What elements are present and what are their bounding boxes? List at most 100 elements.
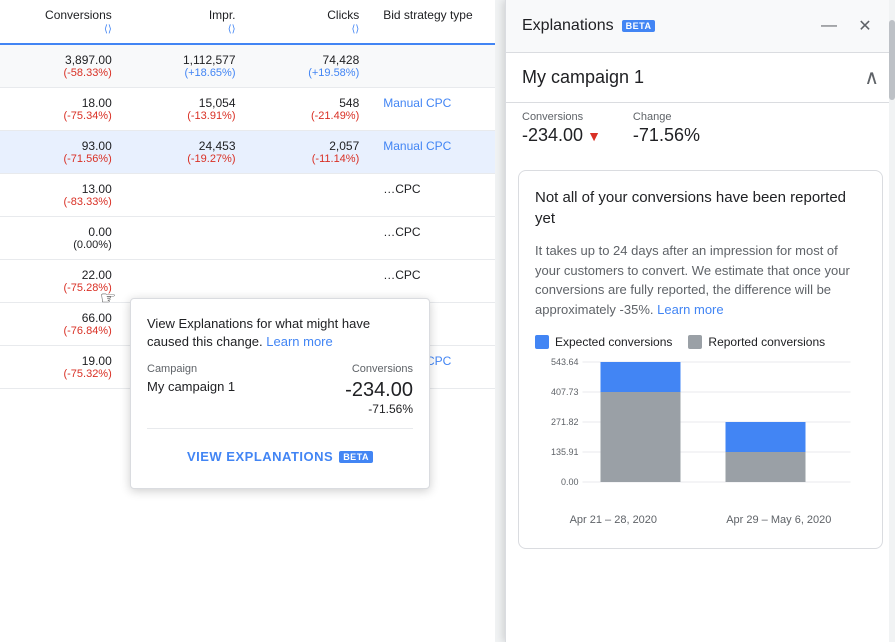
total-bid (371, 45, 495, 87)
tooltip-beta-badge: BETA (339, 451, 373, 463)
tooltip-campaign-section: Campaign My campaign 1 (147, 363, 235, 416)
table-header: Conversions ⟨⟩ Impr. ⟨⟩ Clicks ⟨⟩ Bid st… (0, 0, 495, 45)
tooltip-conv-section: Conversions -234.00 -71.56% (345, 363, 413, 416)
col-label-clicks: Clicks (327, 8, 359, 22)
row1-impr: 24,453 (-19.27%) (124, 131, 248, 173)
chart-x-label-2: Apr 29 – May 6, 2020 (726, 514, 831, 526)
tooltip-conv-value: -234.00 (345, 379, 413, 402)
svg-text:0.00: 0.00 (561, 477, 579, 487)
legend-expected-icon (535, 335, 549, 349)
chart-x-label-1: Apr 21 – 28, 2020 (570, 514, 657, 526)
col-header-conversions[interactable]: Conversions ⟨⟩ (0, 0, 124, 43)
table-row: 13.00 (-83.33%) …CPC (0, 174, 495, 217)
tooltip-description: View Explanations for what might have ca… (147, 315, 413, 351)
col-label-conversions: Conversions (45, 8, 112, 22)
total-impr: 1,112,577 (+18.65%) (124, 45, 248, 87)
tooltip-campaign-row: Campaign My campaign 1 Conversions -234.… (147, 363, 413, 416)
col-sort-clicks[interactable]: ⟨⟩ (351, 24, 359, 35)
row2-conversions: 13.00 (-83.33%) (0, 174, 124, 216)
scrollbar[interactable] (889, 0, 895, 642)
collapse-icon[interactable]: ∧ (864, 65, 879, 90)
close-button[interactable]: ✕ (851, 12, 879, 40)
sort-arrows-conversions: ⟨⟩ (104, 24, 112, 35)
col-label-bid: Bid strategy type (383, 8, 472, 22)
row3-conversions: 0.00 (0.00%) (0, 217, 124, 259)
row3-impr (124, 217, 248, 259)
view-explanations-label: VIEW EXPLANATIONS (187, 449, 333, 464)
view-explanations-button[interactable]: VIEW EXPLANATIONS BETA (147, 441, 413, 472)
panel-campaign-name: My campaign 1 (522, 67, 644, 88)
metric-change: Change -71.56% (633, 111, 700, 146)
row2-bid: …CPC (371, 174, 495, 216)
bar2-expected (726, 422, 806, 452)
explanations-panel: Explanations BETA — ✕ My campaign 1 ∧ Co… (505, 0, 895, 642)
row4-clicks (248, 260, 372, 302)
row0-bid: Manual CPC (371, 88, 495, 130)
row1-clicks: 2,057 (-11.14%) (248, 131, 372, 173)
scrollbar-thumb[interactable] (889, 20, 895, 100)
tooltip-learn-more-link[interactable]: Learn more (266, 334, 332, 349)
chart-legend: Expected conversions Reported conversion… (535, 335, 866, 349)
table-row: 22.00 (-75.28%) …CPC (0, 260, 495, 303)
tooltip-popup: View Explanations for what might have ca… (130, 298, 430, 489)
row1-conversions: 93.00 (-71.56%) (0, 131, 124, 173)
col-sort-impr[interactable]: ⟨⟩ (228, 24, 236, 35)
card-body: It takes up to 24 days after an impressi… (535, 241, 866, 319)
panel-title-text: Explanations (522, 17, 614, 35)
card-learn-more-link[interactable]: Learn more (657, 302, 723, 317)
panel-title: Explanations BETA (522, 17, 655, 35)
sort-arrows-impr: ⟨⟩ (228, 24, 236, 35)
col-sort-conversions[interactable]: ⟨⟩ (104, 24, 112, 35)
legend-reported-label: Reported conversions (708, 335, 825, 349)
panel-beta-badge: BETA (622, 20, 656, 32)
bar1-expected (601, 362, 681, 392)
sort-arrows-clicks: ⟨⟩ (351, 24, 359, 35)
legend-expected-label: Expected conversions (555, 335, 672, 349)
svg-text:543.64: 543.64 (551, 357, 579, 367)
metric-conversions: Conversions -234.00 ▼ (522, 111, 601, 146)
tooltip-conv-header: Conversions (345, 363, 413, 375)
col-header-impr[interactable]: Impr. ⟨⟩ (124, 0, 248, 43)
total-conversions: 3,897.00 (-58.33%) (0, 45, 124, 87)
chart-area: 543.64 407.73 271.82 135.91 0.00 (535, 357, 866, 532)
svg-text:271.82: 271.82 (551, 417, 579, 427)
metric-conversions-label: Conversions (522, 111, 601, 123)
table-total-row: 3,897.00 (-58.33%) 1,112,577 (+18.65%) 7… (0, 45, 495, 88)
metric-change-value: -71.56% (633, 125, 700, 146)
bar2-reported (726, 452, 806, 482)
row2-clicks (248, 174, 372, 216)
table-row: 93.00 (-71.56%) 24,453 (-19.27%) 2,057 (… (0, 131, 495, 174)
tooltip-campaign-name: My campaign 1 (147, 379, 235, 394)
minimize-button[interactable]: — (815, 12, 843, 40)
col-header-bid: Bid strategy type (371, 0, 495, 43)
panel-header: Explanations BETA — ✕ (506, 0, 895, 53)
table-row: 18.00 (-75.34%) 15,054 (-13.91%) 548 (-2… (0, 88, 495, 131)
svg-text:407.73: 407.73 (551, 387, 579, 397)
metric-change-label: Change (633, 111, 700, 123)
panel-content: Not all of your conversions have been re… (506, 158, 895, 642)
panel-campaign-section: My campaign 1 ∧ (506, 53, 895, 103)
row2-impr (124, 174, 248, 216)
row6-conversions: 19.00 (-75.32%) (0, 346, 124, 388)
chart-x-labels: Apr 21 – 28, 2020 Apr 29 – May 6, 2020 (535, 514, 866, 526)
panel-actions: — ✕ (815, 12, 879, 40)
svg-text:135.91: 135.91 (551, 447, 579, 457)
legend-reported-icon (688, 335, 702, 349)
legend-reported: Reported conversions (688, 335, 825, 349)
tooltip-conv-change: -71.56% (345, 402, 413, 416)
row4-bid: …CPC (371, 260, 495, 302)
col-header-clicks[interactable]: Clicks ⟨⟩ (248, 0, 372, 43)
row0-conversions: 18.00 (-75.34%) (0, 88, 124, 130)
row1-bid: Manual CPC (371, 131, 495, 173)
row0-impr: 15,054 (-13.91%) (124, 88, 248, 130)
row5-conversions: 66.00 (-76.84%) (0, 303, 124, 345)
card-title: Not all of your conversions have been re… (535, 187, 866, 229)
row0-clicks: 548 (-21.49%) (248, 88, 372, 130)
explanation-card: Not all of your conversions have been re… (518, 170, 883, 549)
legend-expected: Expected conversions (535, 335, 672, 349)
row4-impr (124, 260, 248, 302)
col-label-impr: Impr. (209, 8, 236, 22)
table-row: 0.00 (0.00%) …CPC (0, 217, 495, 260)
campaign-metrics: Conversions -234.00 ▼ Change -71.56% (506, 103, 895, 158)
down-arrow-icon: ▼ (587, 128, 601, 144)
